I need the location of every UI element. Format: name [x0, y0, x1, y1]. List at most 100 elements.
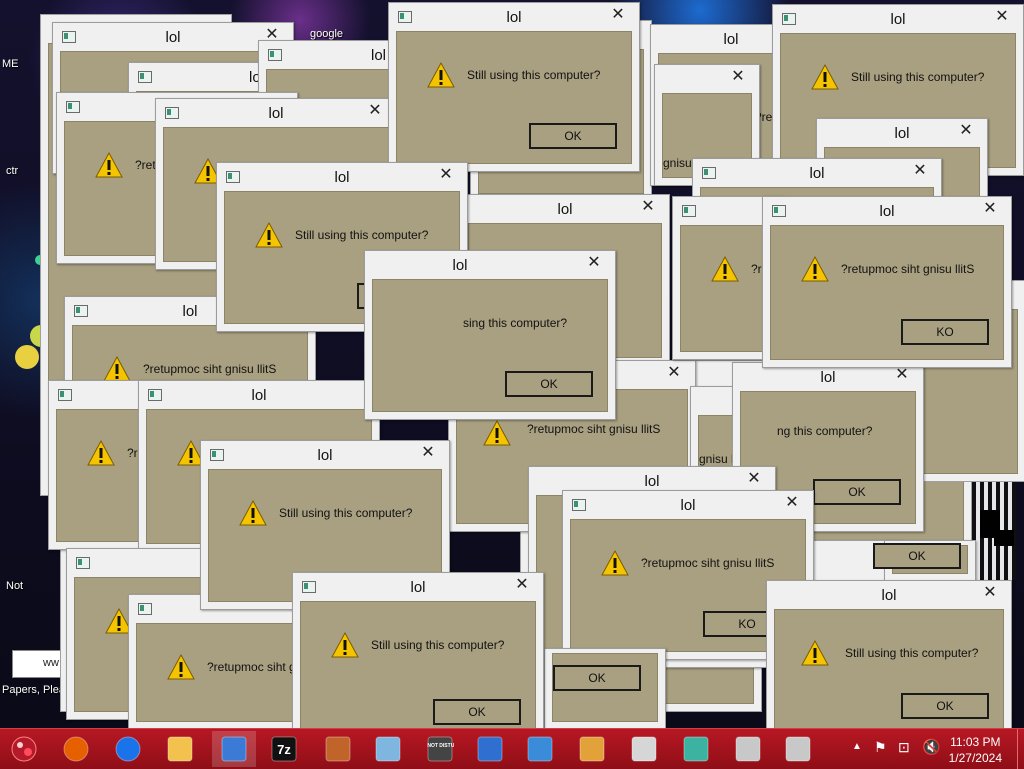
warning-icon [801, 640, 829, 666]
server-app-icon [735, 736, 761, 762]
dialog-message: Still using this computer? [851, 70, 985, 84]
desktop-label-not[interactable]: Not [6, 580, 23, 592]
dialog-title: lol [334, 169, 350, 186]
taskbar-button-chicken-game[interactable] [316, 731, 360, 767]
dialog-title: lol [680, 497, 696, 514]
dialog-message: Still using this computer? [295, 228, 429, 242]
server-app-icon-2 [785, 736, 811, 762]
close-button[interactable]: ✕ [635, 198, 661, 216]
desktop-label-ctr[interactable]: ctr [6, 165, 18, 177]
dialog-title: lol [410, 579, 426, 596]
app-icon [682, 205, 696, 217]
taskbar-button-pin-app[interactable] [212, 731, 256, 767]
taskbar-button-notepad[interactable] [366, 731, 410, 767]
close-button[interactable]: ✕ [977, 584, 1003, 602]
lol-dialog[interactable]: lol ✕ sing this computer? OK [364, 250, 616, 420]
warning-icon [87, 440, 115, 466]
close-button[interactable]: ✕ [362, 102, 388, 120]
close-button[interactable]: ✕ [581, 254, 607, 272]
close-button[interactable]: ✕ [605, 6, 631, 24]
close-button[interactable]: ✕ [741, 470, 767, 488]
dialog-title: lol [452, 257, 468, 274]
lol-dialog[interactable]: lol ✕ Still using this computer? OK [388, 2, 640, 172]
taskbar-button-file-explorer[interactable] [158, 731, 202, 767]
close-button[interactable]: ✕ [907, 162, 933, 180]
taskbar-button-calculator[interactable] [622, 731, 666, 767]
chrome-icon [115, 736, 141, 762]
app-icon [138, 71, 152, 83]
wordpad-icon [477, 736, 503, 762]
dialog-message: ?retupmoc siht gnisu llitS [527, 422, 661, 436]
close-button[interactable]: ✕ [725, 68, 751, 86]
taskbar-button-do-not-disturb[interactable]: DO NOT DISTURB [418, 731, 462, 767]
ok-button[interactable]: OK [433, 699, 521, 725]
show-desktop-button[interactable] [1017, 729, 1024, 769]
close-button[interactable]: ✕ [509, 576, 535, 594]
close-button[interactable]: ✕ [433, 166, 459, 184]
desktop-label-papers-please[interactable]: Papers, Plea [2, 684, 65, 696]
window-app-icon [527, 736, 553, 762]
app-icon [138, 603, 152, 615]
close-button[interactable]: ✕ [989, 8, 1015, 26]
close-button[interactable]: ✕ [889, 366, 915, 384]
dialog-message: ?retupmoc siht gnisu llitS [143, 362, 277, 376]
taskbar-button-3d-blocks[interactable] [674, 731, 718, 767]
address-bar-text: ww [43, 657, 59, 669]
warning-icon [103, 356, 131, 382]
lol-dialog[interactable]: lol ✕ Still using this computer? OK [766, 580, 1012, 742]
ok-button[interactable]: OK [553, 665, 641, 691]
lol-dialog-fragment[interactable]: OK [873, 540, 976, 582]
warning-icon [95, 152, 123, 178]
taskbar-button-server-app[interactable] [726, 731, 770, 767]
start-button[interactable] [2, 731, 46, 767]
warning-icon [811, 64, 839, 90]
dialog-title: lol [890, 11, 906, 28]
app-icon [58, 389, 72, 401]
lol-dialog[interactable]: lol ✕ Still using this computer? OK [292, 572, 544, 742]
clock[interactable]: 11:03 PM 1/27/2024 [949, 734, 1002, 766]
close-button[interactable]: ✕ [661, 364, 687, 382]
ok-button[interactable]: KO [901, 319, 989, 345]
dialog-title: lol [644, 473, 660, 490]
ok-button[interactable]: OK [901, 693, 989, 719]
taskbar-button-chrome[interactable] [106, 731, 150, 767]
taskbar-button-server-app-2[interactable] [776, 731, 820, 767]
volume-muted-icon[interactable]: 🔇 [922, 738, 941, 756]
file-explorer-icon [167, 736, 193, 762]
clock-time: 11:03 PM [950, 735, 1001, 749]
taskbar-button-7zip[interactable]: 7z [262, 731, 306, 767]
app-icon [268, 49, 282, 61]
taskbar-button-wordpad[interactable] [468, 731, 512, 767]
dialog-title: lol [317, 447, 333, 464]
taskbar-button-paint[interactable] [570, 731, 614, 767]
close-button[interactable]: ✕ [953, 122, 979, 140]
close-button[interactable]: ✕ [977, 200, 1003, 218]
warning-icon [801, 256, 829, 282]
show-hidden-icons-chevron-icon[interactable]: ▲ [852, 741, 862, 752]
ok-button[interactable]: OK [813, 479, 901, 505]
dialog-message: Still using this computer? [279, 506, 413, 520]
ok-button[interactable]: OK [529, 123, 617, 149]
pin-app-icon [221, 736, 247, 762]
close-button[interactable]: ✕ [415, 444, 441, 462]
7zip-icon: 7z [271, 736, 297, 762]
ok-button[interactable]: OK [505, 371, 593, 397]
dialog-message: ?retupmoc siht gnisu llitS [641, 556, 775, 570]
desktop-label-me[interactable]: ME [2, 58, 19, 70]
network-icon[interactable]: ⊡ [898, 739, 910, 756]
taskbar-button-firefox[interactable] [54, 731, 98, 767]
lol-dialog-fragment[interactable]: OK [544, 648, 666, 730]
flag-icon[interactable]: ⚑ [874, 739, 887, 756]
start-orb-icon [11, 736, 37, 762]
ok-button[interactable]: OK [873, 543, 961, 569]
warning-icon [167, 654, 195, 680]
warning-icon [427, 62, 455, 88]
lol-dialog[interactable]: lol ✕ ?retupmoc siht gnisu llitS KO [762, 196, 1012, 368]
close-button[interactable]: ✕ [779, 494, 805, 512]
warning-icon [711, 256, 739, 282]
taskbar-button-window-app[interactable] [518, 731, 562, 767]
warning-icon [601, 550, 629, 576]
dialog-title: lol [268, 105, 284, 122]
3d-blocks-icon [683, 736, 709, 762]
dialog-title: lol [165, 29, 181, 46]
